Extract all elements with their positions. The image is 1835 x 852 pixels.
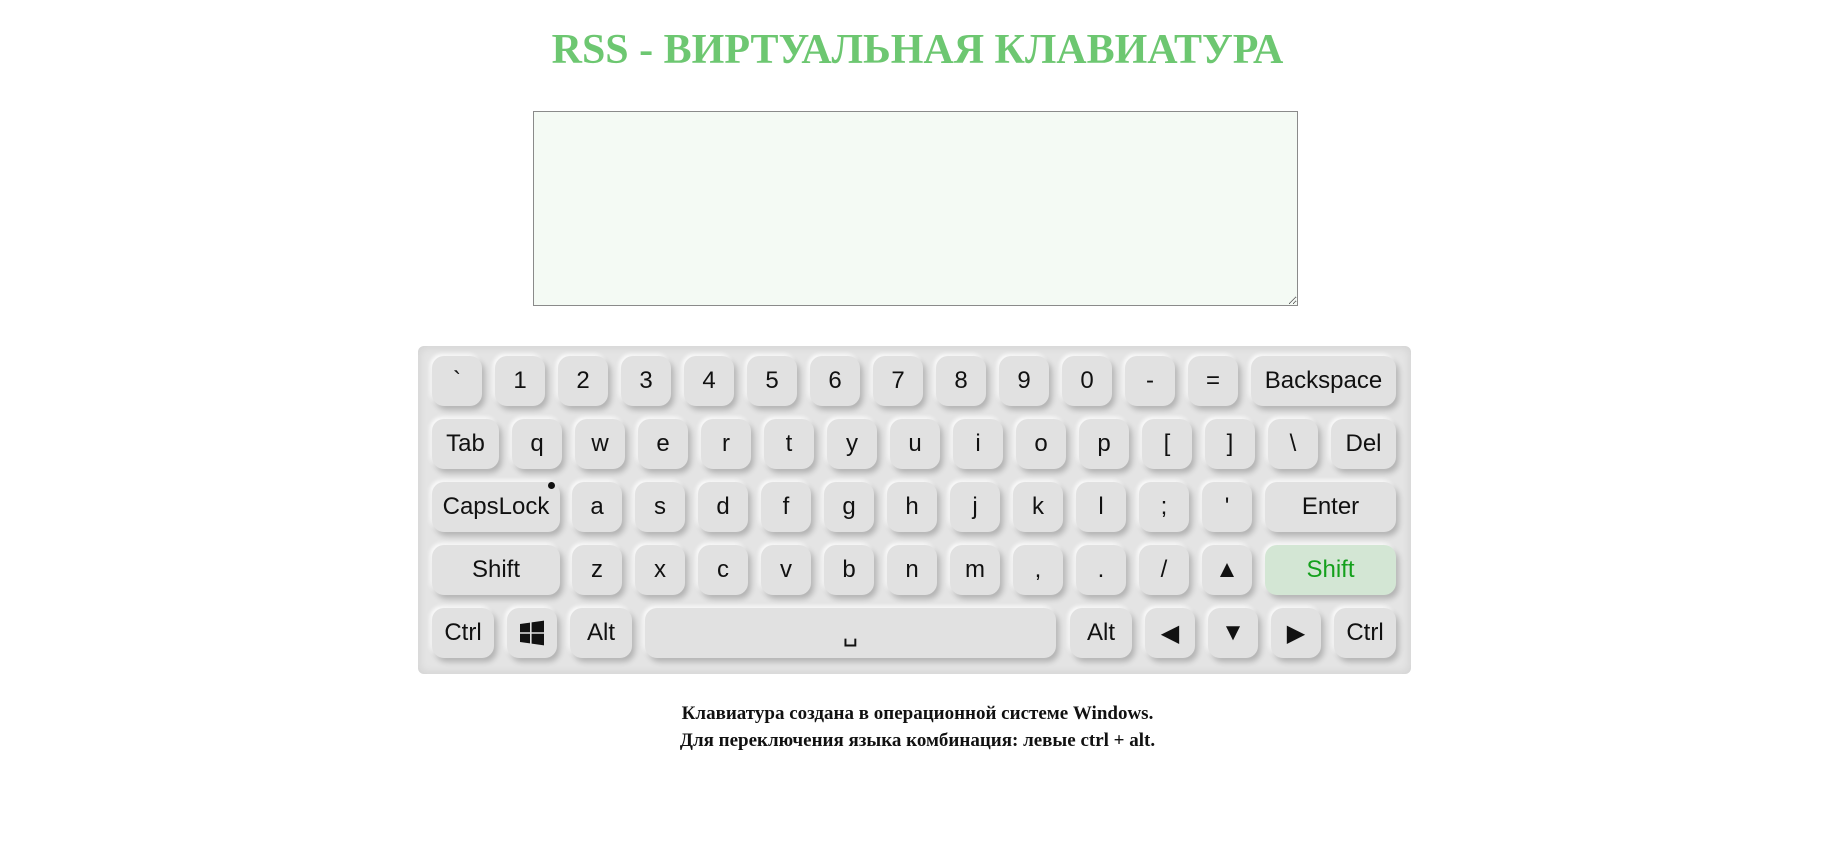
key-equal[interactable]: =: [1188, 356, 1238, 406]
key-ctrl-right[interactable]: Ctrl: [1334, 608, 1396, 658]
key-m[interactable]: m: [950, 545, 1000, 595]
key-b[interactable]: b: [824, 545, 874, 595]
key-tab[interactable]: Tab: [432, 419, 499, 469]
key-arrow-right[interactable]: ▶: [1271, 608, 1321, 658]
key-y[interactable]: y: [827, 419, 877, 469]
key-d[interactable]: d: [698, 482, 748, 532]
key-backslash[interactable]: \: [1268, 419, 1318, 469]
space-icon: ␣: [842, 619, 859, 647]
key-q[interactable]: q: [512, 419, 562, 469]
key-t[interactable]: t: [764, 419, 814, 469]
arrow-right-icon: ▶: [1286, 619, 1306, 647]
text-output-area[interactable]: [533, 111, 1298, 306]
key-3[interactable]: 3: [621, 356, 671, 406]
key-semicolon[interactable]: ;: [1139, 482, 1189, 532]
key-w[interactable]: w: [575, 419, 625, 469]
key-shift-left[interactable]: Shift: [432, 545, 560, 595]
key-7[interactable]: 7: [873, 356, 923, 406]
key-c[interactable]: c: [698, 545, 748, 595]
virtual-keyboard: ` 1 2 3 4 5 6 7 8 9 0 - = Backspace Tab …: [418, 346, 1411, 674]
key-f[interactable]: f: [761, 482, 811, 532]
key-8[interactable]: 8: [936, 356, 986, 406]
key-n[interactable]: n: [887, 545, 937, 595]
key-arrow-down[interactable]: ▼: [1208, 608, 1258, 658]
key-6[interactable]: 6: [810, 356, 860, 406]
windows-icon: [519, 620, 545, 646]
capslock-indicator: [548, 482, 555, 489]
key-comma[interactable]: ,: [1013, 545, 1063, 595]
key-shift-right[interactable]: Shift: [1265, 545, 1396, 595]
footer-line-language-switch: Для переключения языка комбинация: левые…: [679, 730, 1156, 751]
key-bracket-right[interactable]: ]: [1205, 419, 1255, 469]
key-space[interactable]: ␣: [645, 608, 1056, 658]
key-k[interactable]: k: [1013, 482, 1063, 532]
key-arrow-up[interactable]: ▲: [1202, 545, 1252, 595]
key-g[interactable]: g: [824, 482, 874, 532]
arrow-left-icon: ◀: [1160, 619, 1180, 647]
key-z[interactable]: z: [572, 545, 622, 595]
key-o[interactable]: o: [1016, 419, 1066, 469]
key-r[interactable]: r: [701, 419, 751, 469]
key-i[interactable]: i: [953, 419, 1003, 469]
key-l[interactable]: l: [1076, 482, 1126, 532]
key-5[interactable]: 5: [747, 356, 797, 406]
key-1[interactable]: 1: [495, 356, 545, 406]
key-h[interactable]: h: [887, 482, 937, 532]
key-bracket-left[interactable]: [: [1142, 419, 1192, 469]
key-e[interactable]: e: [638, 419, 688, 469]
key-a[interactable]: a: [572, 482, 622, 532]
key-quote[interactable]: ': [1202, 482, 1252, 532]
key-x[interactable]: x: [635, 545, 685, 595]
arrow-up-icon: ▲: [1215, 556, 1239, 583]
key-ctrl-left[interactable]: Ctrl: [432, 608, 494, 658]
key-p[interactable]: p: [1079, 419, 1129, 469]
key-arrow-left[interactable]: ◀: [1145, 608, 1195, 658]
key-2[interactable]: 2: [558, 356, 608, 406]
key-slash[interactable]: /: [1139, 545, 1189, 595]
key-v[interactable]: v: [761, 545, 811, 595]
key-backquote[interactable]: `: [432, 356, 482, 406]
key-u[interactable]: u: [890, 419, 940, 469]
footer-line-os: Клавиатура создана в операционной систем…: [681, 703, 1154, 724]
key-minus[interactable]: -: [1125, 356, 1175, 406]
key-4[interactable]: 4: [684, 356, 734, 406]
page-title: RSS - ВИРТУАЛЬНАЯ КЛАВИАТУРА: [551, 27, 1284, 73]
key-period[interactable]: .: [1076, 545, 1126, 595]
key-j[interactable]: j: [950, 482, 1000, 532]
key-win[interactable]: [507, 608, 557, 658]
key-capslock[interactable]: CapsLock: [432, 482, 560, 532]
key-alt-right[interactable]: Alt: [1070, 608, 1132, 658]
key-0[interactable]: 0: [1062, 356, 1112, 406]
arrow-down-icon: ▼: [1221, 619, 1245, 646]
key-del[interactable]: Del: [1331, 419, 1396, 469]
key-s[interactable]: s: [635, 482, 685, 532]
key-9[interactable]: 9: [999, 356, 1049, 406]
key-enter[interactable]: Enter: [1265, 482, 1396, 532]
key-alt-left[interactable]: Alt: [570, 608, 632, 658]
key-backspace[interactable]: Backspace: [1251, 356, 1396, 406]
footer-info: Клавиатура создана в операционной систем…: [0, 700, 1835, 754]
